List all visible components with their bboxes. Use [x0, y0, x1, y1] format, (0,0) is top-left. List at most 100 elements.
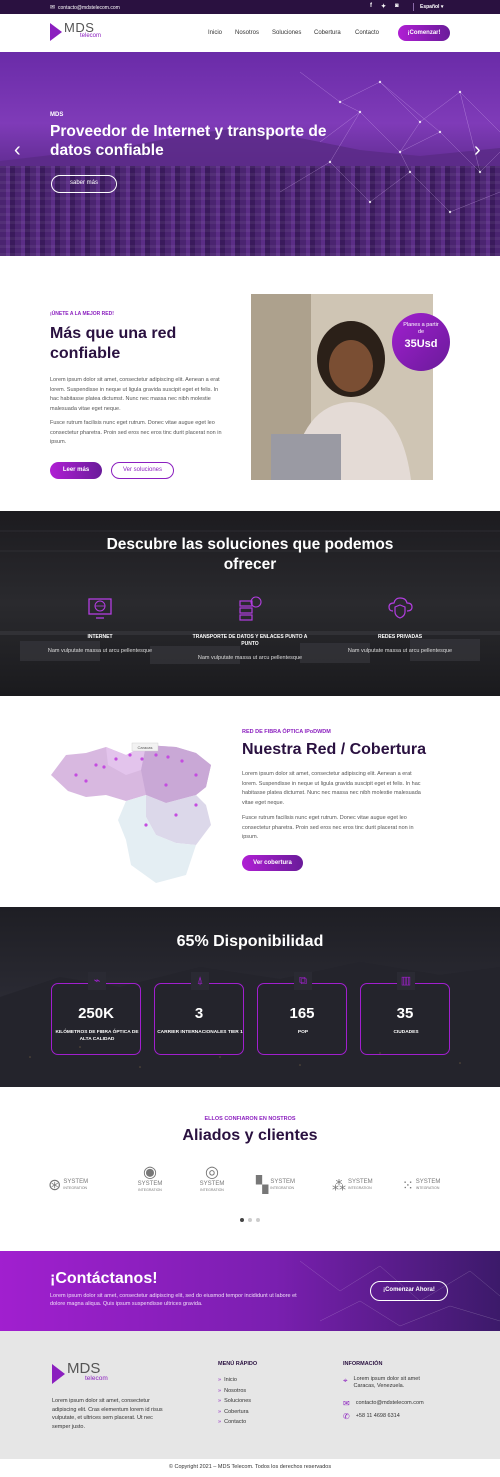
footer-link-label: Nosotros: [224, 1387, 247, 1394]
copyright: © Copyright 2021 – MDS Telecom. Todos lo…: [0, 1459, 500, 1477]
chevron-right-icon: »: [218, 1408, 222, 1415]
read-more-button[interactable]: Leer más: [50, 462, 102, 479]
partner-logo[interactable]: ◉ SYSTEM INTEGRATION: [120, 1165, 180, 1205]
footer-link-cobertura[interactable]: » Cobertura: [218, 1407, 251, 1418]
stats-title: 65% Disponibilidad: [176, 933, 324, 950]
network-nodes-icon: ⧉: [294, 972, 312, 990]
chevron-right-icon: »: [218, 1419, 222, 1425]
hero-more-button[interactable]: saber más: [51, 175, 117, 193]
logo-subtext: telecom: [85, 1375, 108, 1382]
footer-link-nosotros[interactable]: » Nosotros: [218, 1386, 251, 1397]
logo-text: MDS: [67, 1360, 101, 1377]
footer-link-label: Cobertura: [224, 1408, 249, 1415]
partner-logo-name: SYSTEM: [270, 1179, 295, 1185]
stat-value: 35: [396, 1005, 414, 1022]
footer-email[interactable]: ✉ contacto@mdstelecom.com: [343, 1398, 424, 1409]
footer-link-soluciones[interactable]: » Soluciones: [218, 1396, 251, 1407]
nav-soluciones[interactable]: Soluciones: [272, 30, 314, 36]
footer-link-contacto[interactable]: » Contacto: [218, 1417, 251, 1428]
stat-value: 250K: [78, 1005, 114, 1022]
partner-logo-name: SYSTEM: [348, 1179, 373, 1185]
header: MDS telecom Inicio Nosotros Soluciones C…: [0, 14, 500, 52]
phone-icon: ✆: [343, 1411, 350, 1421]
mail-icon: ✉: [343, 1398, 350, 1408]
logo-subtext: telecom: [80, 33, 102, 39]
solution-title: INTERNET: [87, 634, 113, 640]
view-coverage-button[interactable]: Ver cobertura: [242, 855, 303, 871]
email-text: contacto@mdstelecom.com: [355, 1400, 424, 1406]
nav-inicio[interactable]: Inicio: [208, 30, 235, 36]
partner-logo[interactable]: ⁙ SYSTEM INTEGRATION: [402, 1165, 462, 1205]
nav-nosotros[interactable]: Nosotros: [235, 30, 272, 36]
coverage-paragraph-1: Lorem ipsum dolor sit amet, consectetur …: [242, 771, 421, 806]
hero-slider: ‹ › MDS Proveedor de Internet y transpor…: [0, 52, 500, 256]
antenna-tower-icon: ⍋: [191, 972, 209, 990]
logo[interactable]: MDS telecom: [50, 21, 102, 41]
hub-logo-icon: ◉: [143, 1164, 157, 1181]
network-logo-icon: ⊛: [48, 1177, 62, 1194]
partner-logo[interactable]: ▚ SYSTEM INTEGRATION: [256, 1165, 316, 1205]
price-badge: Planes a partir de 35Usd: [392, 313, 450, 371]
solution-card-transport[interactable]: TRANSPORTE DE DATOS Y ENLACES PUNTO A PU…: [190, 593, 310, 662]
start-now-button[interactable]: ¡Comenzar Ahora!: [370, 1281, 448, 1301]
footer-address: ⌖ Lorem ipsum dolor sit amet Caracas, Ve…: [343, 1376, 434, 1390]
partner-logo-sub: INTEGRATION: [63, 1186, 88, 1190]
language-label: Español: [420, 4, 440, 10]
partner-logo[interactable]: ◎ SYSTEM INTEGRATION: [182, 1165, 242, 1205]
chevron-right-icon[interactable]: ›: [474, 140, 481, 160]
footer-menu: » Inicio » Nosotros » Soluciones » Cober…: [218, 1375, 251, 1428]
topbar-email: contacto@mdstelecom.com: [58, 4, 120, 11]
nav-cobertura[interactable]: Cobertura: [314, 30, 355, 36]
logo-mark: [52, 1364, 65, 1384]
dots-logo-icon: ⁂: [332, 1176, 346, 1193]
carousel-dot[interactable]: [256, 1218, 260, 1222]
carousel-dot-active[interactable]: [240, 1218, 244, 1222]
chevron-right-icon: »: [218, 1377, 222, 1383]
partner-logo-sub: INTEGRATION: [270, 1186, 294, 1190]
badge-text: Planes a partir de: [403, 322, 439, 335]
header-cta-button[interactable]: ¡Comenzar!: [398, 25, 450, 41]
hero-title: Proveedor de Internet y transporte de da…: [50, 123, 327, 159]
carousel-dot[interactable]: [248, 1218, 252, 1222]
solution-card-internet[interactable]: INTERNET Nam vulputate massa ut arcu pel…: [40, 593, 160, 655]
stat-value: 165: [289, 1005, 315, 1022]
footer-link-inicio[interactable]: » Inicio: [218, 1375, 251, 1386]
intro-paragraph-1: Lorem ipsum dolor sit amet, consectetur …: [50, 377, 220, 412]
partner-logo[interactable]: ⊛ SYSTEM INTEGRATION: [48, 1165, 108, 1205]
chevron-left-icon[interactable]: ‹: [14, 140, 21, 160]
language-selector[interactable]: Español ▾: [420, 4, 443, 10]
fiber-cable-icon: ⌁: [88, 972, 106, 990]
footer-logo[interactable]: MDS telecom: [52, 1360, 108, 1384]
contact-banner: ¡Contáctanos! Lorem ipsum dolor sit amet…: [0, 1251, 500, 1331]
intro-paragraph-2: Fusce rutrum facilisis nunc eget rutrum.…: [50, 420, 222, 445]
phone-text: +58 11 4698 6314: [355, 1413, 400, 1419]
chevron-right-icon: »: [218, 1387, 222, 1394]
chevron-right-icon: »: [218, 1398, 222, 1404]
chevron-down-icon: ▾: [440, 4, 444, 10]
footer-menu-title: MENÚ RÁPIDO: [218, 1361, 258, 1367]
instagram-icon[interactable]: ◙: [395, 3, 399, 10]
solution-card-private[interactable]: REDES PRIVADAS Nam vulputate massa ut ar…: [340, 593, 460, 655]
partner-logo[interactable]: ⁂ SYSTEM INTEGRATION: [332, 1165, 392, 1205]
cloud-shield-icon: [388, 597, 413, 619]
partner-logo-name: SYSTEM: [137, 1181, 163, 1187]
grid-logo-icon: ⁙: [402, 1176, 414, 1193]
server-globe-icon: [239, 596, 262, 621]
twitter-icon[interactable]: ✦: [381, 3, 386, 10]
stat-label: KILÓMETROS DE FIBRA ÓPTICA DE ALTA CALID…: [55, 1030, 139, 1042]
sphere-logo-icon: ◎: [205, 1164, 219, 1181]
stats-section: 65% Disponibilidad ⌁ 250K KILÓMETROS DE …: [0, 907, 500, 1087]
divider: [413, 3, 414, 11]
intro-title: Más que una red confiable: [50, 325, 177, 362]
topbar-email-link[interactable]: ✉ contacto@mdstelecom.com: [50, 4, 120, 12]
stat-card: ⍋ 3 CARRIER INTERNACIONALES TIER 1: [154, 972, 244, 1055]
coverage-title: Nuestra Red / Cobertura: [242, 741, 427, 758]
nav-contacto[interactable]: Contacto: [355, 30, 385, 36]
map-label: Caracas: [137, 745, 153, 750]
footer-link-label: Contacto: [224, 1419, 247, 1425]
social-links: f ✦ ◙: [370, 3, 399, 10]
footer-link-label: Inicio: [224, 1377, 237, 1383]
view-solutions-button[interactable]: Ver soluciones: [111, 462, 174, 479]
facebook-icon[interactable]: f: [370, 3, 372, 10]
footer-phone[interactable]: ✆ +58 11 4698 6314: [343, 1411, 400, 1422]
